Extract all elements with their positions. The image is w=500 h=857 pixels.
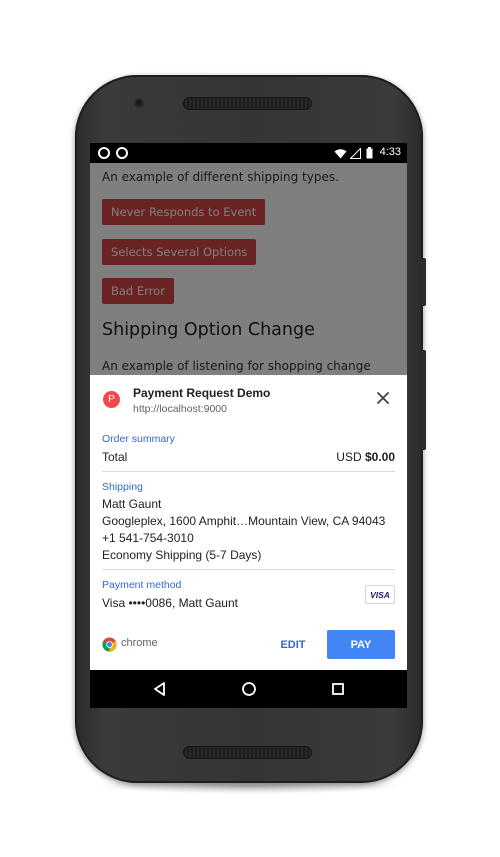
navigation-bar: [90, 670, 407, 708]
recents-icon: [332, 683, 344, 695]
close-button[interactable]: [376, 391, 390, 405]
currency-code: USD: [336, 450, 362, 464]
volume-button: [421, 350, 426, 450]
shipping-label[interactable]: Shipping: [102, 481, 143, 493]
phone-screen: 4:33 An example of different shipping ty…: [90, 143, 407, 708]
signal-icon: [350, 148, 361, 159]
order-summary-label[interactable]: Order summary: [102, 433, 175, 445]
shipping-address: Googleplex, 1600 Amphit…Mountain View, C…: [102, 514, 386, 528]
home-icon: [242, 682, 256, 696]
shipping-name: Matt Gaunt: [102, 497, 162, 511]
divider: [102, 569, 395, 570]
front-camera: [134, 98, 144, 108]
status-bar: 4:33: [90, 143, 407, 163]
visa-icon: VISA: [365, 585, 395, 604]
chrome-brand-label: chrome: [121, 637, 158, 649]
shipping-option: Economy Shipping (5-7 Days): [102, 548, 262, 562]
edit-button[interactable]: EDIT: [272, 631, 314, 659]
amount-value: $0.00: [364, 450, 395, 464]
shipping-phone: +1 541-754-3010: [102, 531, 194, 545]
power-button: [421, 258, 426, 306]
recents-button[interactable]: [328, 679, 348, 699]
total-label: Total: [102, 450, 128, 464]
merchant-icon: P: [103, 391, 120, 408]
chrome-icon: [102, 637, 117, 652]
back-icon: [154, 682, 165, 696]
top-speaker: [183, 97, 312, 110]
wifi-icon: [334, 149, 347, 159]
status-time: 4:33: [379, 146, 401, 158]
payment-card: Visa ••••0086, Matt Gaunt: [102, 596, 238, 610]
back-button[interactable]: [150, 679, 170, 699]
battery-icon: [366, 147, 373, 159]
notification-icon: [98, 147, 110, 159]
divider: [102, 471, 395, 472]
notification-icon: [116, 147, 128, 159]
merchant-title: Payment Request Demo: [133, 386, 271, 400]
merchant-url: http://localhost:9000: [133, 403, 227, 415]
modal-scrim[interactable]: [90, 163, 407, 375]
home-button[interactable]: [239, 679, 259, 699]
bottom-speaker: [183, 746, 312, 759]
payment-request-sheet: P Payment Request Demo http://localhost:…: [90, 375, 407, 670]
payment-method-label[interactable]: Payment method: [102, 579, 181, 591]
total-amount: USD $0.00: [336, 450, 395, 464]
pay-button[interactable]: PAY: [327, 630, 395, 659]
close-icon: [377, 392, 389, 404]
